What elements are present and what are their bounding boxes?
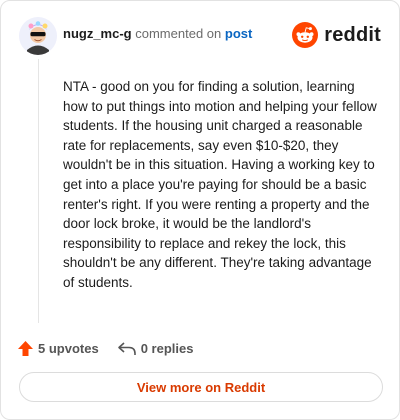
post-link[interactable]: post — [225, 26, 252, 41]
comment-body: NTA - good on you for finding a solution… — [63, 79, 377, 290]
reddit-snoo-icon — [292, 22, 319, 48]
view-more-button[interactable]: View more on Reddit — [19, 372, 383, 402]
thread-line — [38, 59, 39, 323]
comment-actions: 5 upvotes 0 replies — [17, 338, 211, 358]
reply-arrow-icon — [117, 341, 136, 355]
user-avatar[interactable] — [19, 17, 57, 55]
avatar-icon — [19, 17, 57, 55]
reply-button[interactable]: 0 replies — [117, 340, 194, 357]
reddit-wordmark: reddit — [324, 23, 381, 46]
reddit-brand[interactable]: reddit — [292, 20, 381, 50]
reddit-comment-card: nugz_mc-g commented on post reddit NTA -… — [0, 0, 400, 420]
reply-count: 0 replies — [140, 340, 194, 356]
username-link[interactable]: nugz_mc-g — [63, 26, 132, 41]
upvote-button[interactable]: 5 upvotes — [17, 340, 99, 357]
commented-on-label: commented on — [135, 26, 222, 41]
upvote-arrow-icon — [18, 340, 33, 356]
comment-header: nugz_mc-g commented on post reddit — [19, 15, 381, 55]
upvote-count: 5 upvotes — [38, 340, 99, 356]
comment-meta: nugz_mc-g commented on post — [63, 26, 252, 42]
